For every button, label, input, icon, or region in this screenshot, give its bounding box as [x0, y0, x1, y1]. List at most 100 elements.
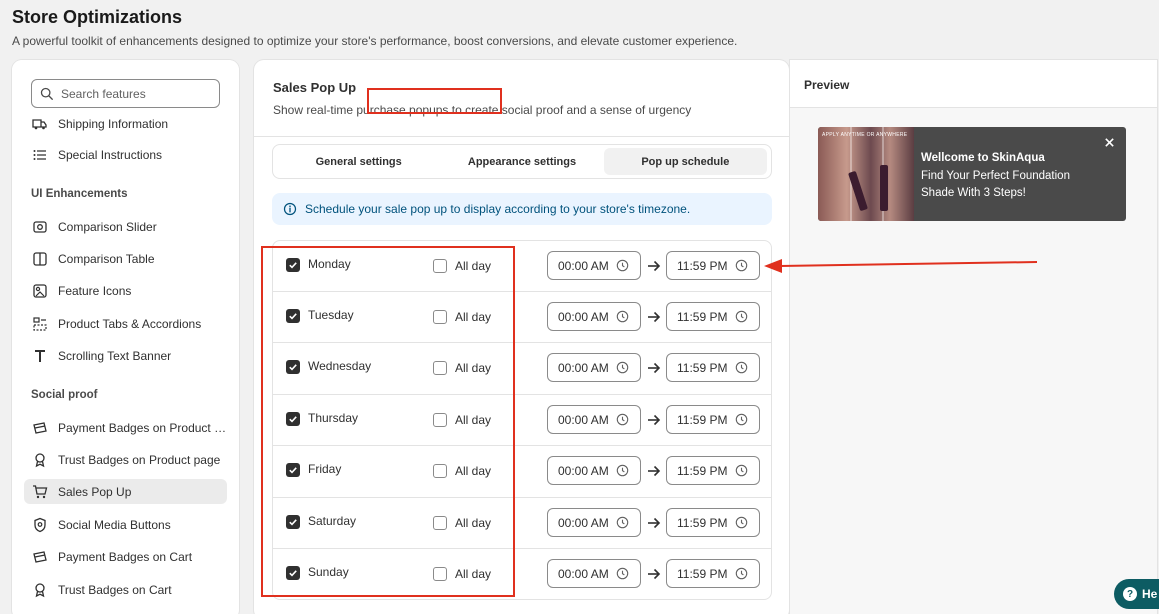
payment-icon — [33, 550, 47, 563]
end-time-value: 11:59 PM — [677, 566, 728, 581]
sidebar-item-payment-badges-on-cart[interactable]: Payment Badges on Cart — [24, 544, 227, 569]
payment-icon — [33, 421, 47, 434]
clock-icon — [735, 464, 748, 477]
end-time-input[interactable]: 11:59 PM — [666, 353, 760, 382]
badge-icon — [35, 582, 45, 597]
slider-icon — [33, 220, 47, 233]
end-time-input[interactable]: 11:59 PM — [666, 456, 760, 485]
sidebar-item-label: Comparison Table — [58, 251, 155, 266]
end-time-input[interactable]: 11:59 PM — [666, 251, 760, 280]
sidebar-item-trust-badges-on-cart[interactable]: Trust Badges on Cart — [24, 577, 227, 602]
sidebar-item-label: Social Media Buttons — [58, 517, 171, 532]
search-field[interactable] — [31, 79, 220, 108]
feature-icon — [33, 283, 47, 298]
end-time-input[interactable]: 11:59 PM — [666, 302, 760, 331]
sidebar-item-comparison-slider[interactable]: Comparison Slider — [24, 214, 227, 239]
popup-image-caption: APPLY ANYTIME OR ANYWHERE — [822, 132, 908, 138]
end-time-value: 11:59 PM — [677, 515, 728, 530]
preview-title: Preview — [804, 78, 850, 92]
sidebar-item-label: Payment Badges on Cart — [58, 549, 193, 564]
start-time-input[interactable]: 00:00 AM — [547, 405, 641, 434]
truck-icon — [32, 118, 47, 129]
clock-icon — [616, 464, 629, 477]
info-banner: Schedule your sale pop up to display acc… — [272, 193, 772, 225]
clock-icon — [735, 413, 748, 426]
search-input[interactable] — [61, 86, 211, 101]
end-time-input[interactable]: 11:59 PM — [666, 405, 760, 434]
sidebar-item-social-media-buttons[interactable]: Social Media Buttons — [24, 512, 227, 537]
cart-icon — [33, 484, 48, 498]
list-icon — [33, 149, 46, 160]
start-time-input[interactable]: 00:00 AM — [547, 559, 641, 588]
sidebar-item-special-instructions[interactable]: Special Instructions — [24, 142, 227, 167]
sidebar-item-label: Comparison Slider — [58, 219, 157, 234]
card-title: Sales Pop Up — [273, 80, 357, 95]
tabs-icon — [33, 316, 47, 331]
popup-message: Find Your Perfect Foundation Shade With … — [921, 169, 1070, 200]
sidebar-item-product-tabs-accordions[interactable]: Product Tabs & Accordions — [24, 311, 227, 336]
sidebar: Shipping Information Special Instructions… — [12, 60, 239, 614]
preview-header: Preview — [790, 60, 1157, 108]
start-time-input[interactable]: 00:00 AM — [547, 302, 641, 331]
end-time-value: 11:59 PM — [677, 463, 728, 478]
clock-icon — [616, 259, 629, 272]
start-time-value: 00:00 AM — [558, 309, 609, 324]
search-icon — [40, 87, 53, 100]
end-time-value: 11:59 PM — [677, 309, 728, 324]
arrow-right-icon — [648, 465, 661, 477]
clock-icon — [616, 310, 629, 323]
start-time-input[interactable]: 00:00 AM — [547, 251, 641, 280]
start-time-value: 00:00 AM — [558, 515, 609, 530]
end-time-value: 11:59 PM — [677, 412, 728, 427]
tab-appearance-settings[interactable]: Appearance settings — [440, 148, 603, 175]
tab-bar: General settings Appearance settings Pop… — [272, 144, 772, 179]
start-time-input[interactable]: 00:00 AM — [547, 456, 641, 485]
tab-general-settings[interactable]: General settings — [277, 148, 440, 175]
sidebar-item-sales-pop-up[interactable]: Sales Pop Up — [24, 479, 227, 504]
sidebar-item-label: Special Instructions — [58, 147, 163, 162]
clock-icon — [616, 567, 629, 580]
sidebar-item-payment-badges-on-product-page[interactable]: Payment Badges on Product page — [24, 415, 227, 440]
start-time-value: 00:00 AM — [558, 463, 609, 478]
clock-icon — [616, 516, 629, 529]
start-time-value: 00:00 AM — [558, 360, 609, 375]
sidebar-item-label: Feature Icons — [58, 283, 132, 298]
popup-product-image: APPLY ANYTIME OR ANYWHERE — [818, 127, 914, 221]
popup-text: Wellcome to SkinAqua Find Your Perfect F… — [921, 150, 1101, 203]
help-label: He — [1142, 587, 1158, 601]
close-icon[interactable] — [1104, 137, 1115, 148]
popup-title: Wellcome to SkinAqua — [921, 152, 1045, 164]
end-time-value: 11:59 PM — [677, 360, 728, 375]
end-time-value: 11:59 PM — [677, 258, 728, 273]
clock-icon — [735, 361, 748, 374]
clock-icon — [735, 259, 748, 272]
sidebar-section-heading: Social proof — [31, 389, 98, 401]
arrow-right-icon — [648, 362, 661, 374]
end-time-input[interactable]: 11:59 PM — [666, 559, 760, 588]
clock-icon — [735, 516, 748, 529]
sidebar-item-label: Trust Badges on Product page — [58, 452, 221, 467]
arrow-right-icon — [648, 414, 661, 426]
sidebar-item-scrolling-text-banner[interactable]: Scrolling Text Banner — [24, 343, 227, 368]
start-time-input[interactable]: 00:00 AM — [547, 508, 641, 537]
start-time-value: 00:00 AM — [558, 258, 609, 273]
arrow-right-icon — [648, 260, 661, 272]
sidebar-item-comparison-table[interactable]: Comparison Table — [24, 246, 227, 271]
clock-icon — [616, 361, 629, 374]
annotation-arrow-icon — [764, 259, 1038, 273]
badge-icon — [35, 452, 45, 467]
shield-icon — [34, 517, 46, 532]
sales-popup-preview: APPLY ANYTIME OR ANYWHERE Wellcome to Sk… — [818, 127, 1126, 221]
help-icon: ? — [1123, 587, 1137, 601]
sidebar-section-heading: UI Enhancements — [31, 188, 128, 200]
sidebar-item-label: Scrolling Text Banner — [58, 348, 172, 363]
tab-pop-up-schedule[interactable]: Pop up schedule — [603, 148, 767, 175]
help-button[interactable]: ? He — [1114, 579, 1159, 609]
sidebar-item-trust-badges-on-product-page[interactable]: Trust Badges on Product page — [24, 447, 227, 472]
table-icon — [33, 251, 47, 266]
end-time-input[interactable]: 11:59 PM — [666, 508, 760, 537]
sidebar-item-feature-icons[interactable]: Feature Icons — [24, 278, 227, 303]
info-text: Schedule your sale pop up to display acc… — [305, 202, 691, 216]
annotation-tab-highlight — [367, 88, 502, 114]
start-time-input[interactable]: 00:00 AM — [547, 353, 641, 382]
